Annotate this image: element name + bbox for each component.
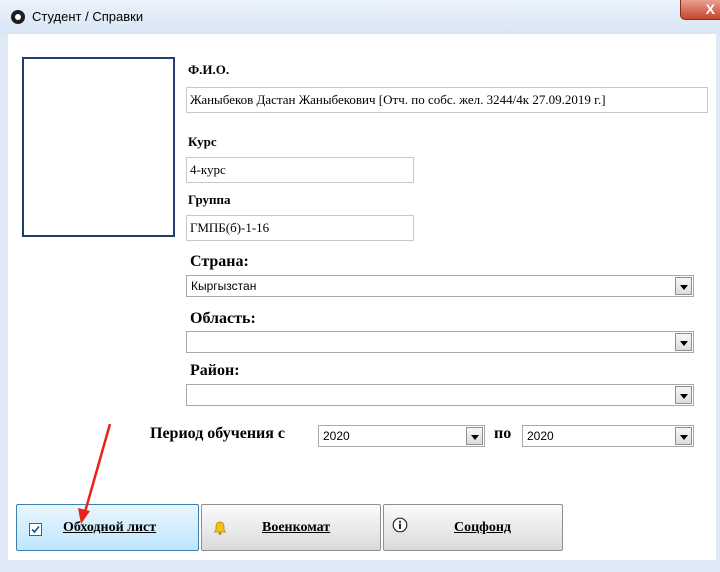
annotation-arrow xyxy=(78,423,112,524)
